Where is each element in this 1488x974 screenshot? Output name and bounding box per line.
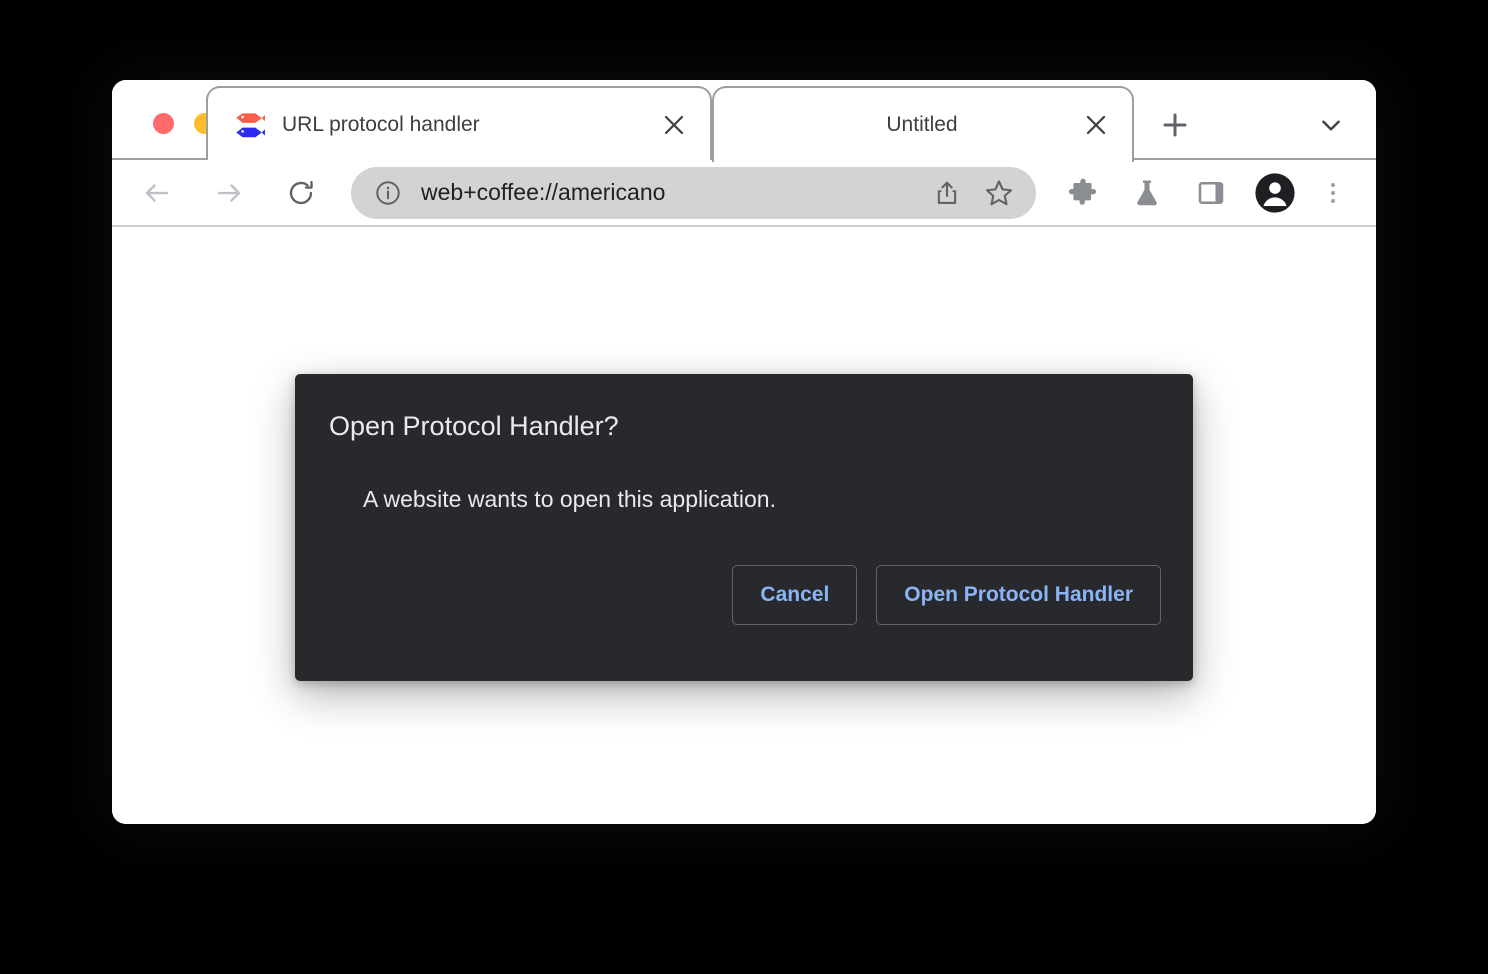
open-protocol-handler-dialog: Open Protocol Handler? A website wants t… <box>295 374 1193 681</box>
new-tab-button[interactable] <box>1152 102 1198 148</box>
tab-untitled[interactable]: Untitled <box>712 86 1134 162</box>
tab-search-button[interactable] <box>1308 102 1354 148</box>
page-content-area: Open Protocol Handler? A website wants t… <box>112 227 1376 824</box>
browser-window: URL protocol handler Untitled web+coffee… <box>112 80 1376 824</box>
three-dot-menu-icon <box>1330 182 1336 203</box>
browser-toolbar: web+coffee://americano <box>112 160 1376 227</box>
browser-menu-button[interactable] <box>1310 170 1356 216</box>
tab-close-button[interactable] <box>652 103 696 147</box>
tab-title: URL protocol handler <box>282 113 480 136</box>
share-button[interactable] <box>924 170 970 216</box>
bookmark-button[interactable] <box>976 170 1022 216</box>
plus-icon <box>1163 113 1187 137</box>
screen-backdrop: URL protocol handler Untitled web+coffee… <box>0 0 1488 974</box>
share-icon <box>937 181 957 204</box>
reload-icon <box>289 180 313 204</box>
arrow-left-icon <box>145 183 169 202</box>
dialog-body-text: A website wants to open this application… <box>363 486 776 512</box>
puzzle-piece-icon <box>1068 178 1097 205</box>
info-circle-icon-glyph <box>376 180 400 205</box>
dialog-button-row: Cancel Open Protocol Handler <box>732 565 1161 625</box>
flask-icon <box>1137 179 1157 205</box>
side-panel-icon <box>1198 181 1224 204</box>
tab-url-protocol-handler[interactable]: URL protocol handler <box>206 86 712 162</box>
star-icon <box>985 179 1013 205</box>
address-bar[interactable]: web+coffee://americano <box>351 166 1036 219</box>
two-fish-favicon <box>236 113 265 138</box>
chevron-down-icon <box>1322 120 1340 131</box>
close-window-button[interactable] <box>153 113 174 134</box>
url-text[interactable]: web+coffee://americano <box>421 179 924 206</box>
tab-close-button[interactable] <box>1074 103 1118 147</box>
experiments-button[interactable] <box>1124 170 1170 216</box>
tab-strip: URL protocol handler Untitled <box>112 80 1376 162</box>
cancel-button[interactable]: Cancel <box>732 565 858 625</box>
extensions-button[interactable] <box>1060 170 1106 216</box>
open-protocol-handler-button[interactable]: Open Protocol Handler <box>876 565 1161 625</box>
dialog-title: Open Protocol Handler? <box>329 411 619 441</box>
account-avatar-icon <box>1255 172 1295 213</box>
back-button[interactable] <box>134 170 180 216</box>
close-icon <box>664 115 684 135</box>
close-icon <box>1086 115 1106 135</box>
arrow-right-icon <box>217 183 241 202</box>
profile-avatar-button[interactable] <box>1252 170 1298 216</box>
info-circle-icon[interactable] <box>373 178 403 208</box>
forward-button[interactable] <box>206 170 252 216</box>
tab-title: Untitled <box>886 113 958 136</box>
reload-button[interactable] <box>278 170 324 216</box>
side-panel-button[interactable] <box>1188 170 1234 216</box>
